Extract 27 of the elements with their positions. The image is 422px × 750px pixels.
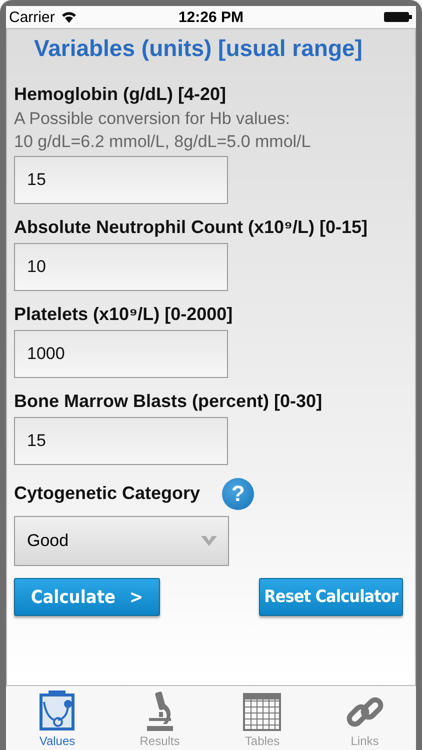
section-heading: Variables (units) [usual range] — [34, 35, 364, 62]
help-button[interactable]: ? — [222, 478, 254, 510]
conversion-note: A Possible conversion for Hb values: — [14, 108, 291, 130]
field-label: Bone Marrow Blasts (percent) [0-30] — [14, 391, 324, 412]
battery-icon — [384, 11, 412, 23]
field-label: Hemoglobin (g/dL) [4-20] — [14, 84, 227, 105]
wifi-icon — [60, 11, 77, 23]
reset-button[interactable]: Reset Calculator — [259, 578, 403, 616]
field-label: Platelets (x10⁹/L) [0-2000] — [14, 304, 234, 325]
field-label: Cytogenetic Category — [14, 482, 200, 504]
chevron-down-icon — [200, 535, 218, 547]
input-field[interactable]: 1000 — [14, 330, 228, 378]
tab-bar-item[interactable]: Results — [108, 686, 211, 750]
status-time: 12:26 PM — [178, 8, 244, 26]
tab-bar-item[interactable]: Links — [314, 686, 416, 750]
conversion-note: 10 g/dL=6.2 mmol/L, 8g/dL=5.0 mmol/L — [14, 131, 312, 153]
table-icon — [242, 692, 282, 732]
input-field[interactable]: 15 — [14, 156, 228, 204]
carrier-label: Carrier — [9, 8, 55, 26]
calculate-button[interactable]: Calculate > — [14, 578, 160, 616]
input-field[interactable]: 15 — [14, 417, 228, 465]
tab-bar-item[interactable]: Values — [6, 686, 108, 750]
clipboard-icon — [38, 690, 76, 732]
tab-bar-item[interactable]: Tables — [211, 686, 314, 750]
category-dropdown[interactable]: Good — [14, 516, 229, 566]
field-label: Absolute Neutrophil Count (x10⁹/L) [0-15] — [14, 217, 369, 238]
input-field[interactable]: 10 — [14, 243, 228, 291]
